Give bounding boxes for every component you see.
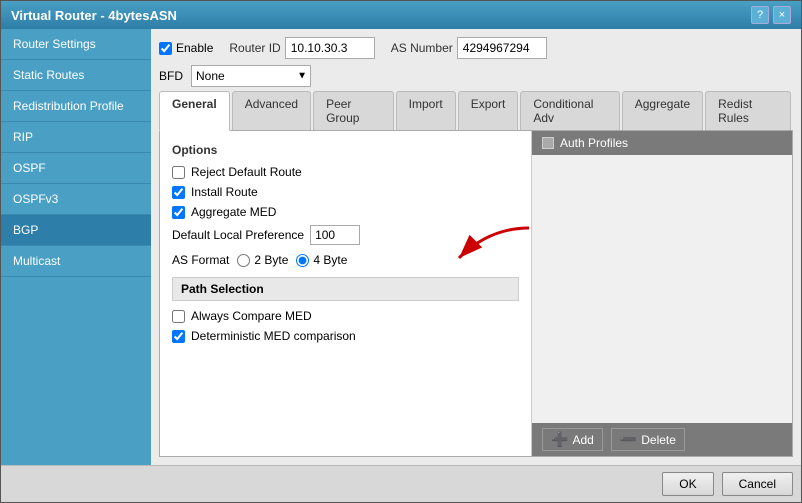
aggregate-med-label: Aggregate MED [191, 205, 276, 219]
sidebar-item-ospf[interactable]: OSPF [1, 153, 151, 184]
as-format-row: AS Format 2 Byte 4 Byte [172, 253, 519, 267]
auth-footer: ➕ Add ➖ Delete [532, 423, 792, 456]
path-selection-section: Path Selection Always Compare MED Determ… [172, 277, 519, 343]
help-icon[interactable]: ? [751, 6, 769, 24]
enable-checkbox-label[interactable]: Enable [159, 41, 213, 55]
two-byte-label: 2 Byte [254, 253, 288, 267]
top-bar-row1: Enable Router ID AS Number [159, 37, 793, 59]
delete-button[interactable]: ➖ Delete [611, 428, 685, 451]
four-byte-label: 4 Byte [313, 253, 347, 267]
deterministic-med-checkbox[interactable] [172, 330, 185, 343]
delete-icon: ➖ [620, 431, 637, 448]
install-route-row: Install Route [172, 185, 519, 199]
as-number-group: AS Number [391, 37, 547, 59]
tab-import[interactable]: Import [396, 91, 456, 130]
deterministic-med-row: Deterministic MED comparison [172, 329, 519, 343]
delete-label: Delete [641, 433, 676, 447]
auth-panel: Auth Profiles ➕ Add ➖ Delete [532, 131, 792, 456]
auth-profiles-title: Auth Profiles [560, 136, 628, 150]
sidebar-item-ospfv3[interactable]: OSPFv3 [1, 184, 151, 215]
options-panel: Options Reject Default Route Install Rou… [160, 131, 532, 456]
title-bar: Virtual Router - 4bytesASN ? × [1, 1, 801, 29]
two-byte-radio-label[interactable]: 2 Byte [237, 253, 288, 267]
deterministic-med-label: Deterministic MED comparison [191, 329, 356, 343]
tab-peer-group[interactable]: Peer Group [313, 91, 394, 130]
enable-checkbox[interactable] [159, 42, 172, 55]
ok-button[interactable]: OK [662, 472, 713, 496]
title-bar-icons: ? × [751, 6, 791, 24]
add-button[interactable]: ➕ Add [542, 428, 603, 451]
install-route-checkbox[interactable] [172, 186, 185, 199]
tab-advanced[interactable]: Advanced [232, 91, 311, 130]
bfd-row: BFD None Default Custom ▼ [159, 65, 793, 87]
options-title: Options [172, 143, 519, 157]
tab-redist-rules[interactable]: Redist Rules [705, 91, 791, 130]
sidebar: Router Settings Static Routes Redistribu… [1, 29, 151, 465]
default-local-pref-input[interactable] [310, 225, 360, 245]
tab-general[interactable]: General [159, 91, 230, 131]
router-id-label: Router ID [229, 41, 280, 55]
cancel-button[interactable]: Cancel [722, 472, 793, 496]
path-selection-title: Path Selection [172, 277, 519, 301]
auth-header-icon [542, 137, 554, 149]
auth-header: Auth Profiles [532, 131, 792, 155]
window-title: Virtual Router - 4bytesASN [11, 8, 177, 23]
reject-default-route-row: Reject Default Route [172, 165, 519, 179]
tab-content: Options Reject Default Route Install Rou… [159, 131, 793, 457]
add-label: Add [572, 433, 593, 447]
reject-default-route-label: Reject Default Route [191, 165, 302, 179]
router-id-input[interactable] [285, 37, 375, 59]
tab-export[interactable]: Export [458, 91, 519, 130]
main-panel: Enable Router ID AS Number BFD None Def [151, 29, 801, 465]
as-format-label: AS Format [172, 253, 229, 267]
reject-default-route-checkbox[interactable] [172, 166, 185, 179]
four-byte-radio[interactable] [296, 254, 309, 267]
router-id-group: Router ID [229, 37, 374, 59]
add-icon: ➕ [551, 431, 568, 448]
sidebar-item-bgp[interactable]: BGP [1, 215, 151, 246]
sidebar-item-rip[interactable]: RIP [1, 122, 151, 153]
tab-aggregate[interactable]: Aggregate [622, 91, 703, 130]
aggregate-med-checkbox[interactable] [172, 206, 185, 219]
close-icon[interactable]: × [773, 6, 791, 24]
content-area: Router Settings Static Routes Redistribu… [1, 29, 801, 465]
as-number-label: AS Number [391, 41, 453, 55]
sidebar-item-router-settings[interactable]: Router Settings [1, 29, 151, 60]
as-number-input[interactable] [457, 37, 547, 59]
sidebar-item-multicast[interactable]: Multicast [1, 246, 151, 277]
default-local-pref-label: Default Local Preference [172, 228, 304, 242]
main-window: Virtual Router - 4bytesASN ? × Router Se… [0, 0, 802, 503]
bfd-dropdown-wrap: None Default Custom ▼ [191, 65, 311, 87]
aggregate-med-row: Aggregate MED [172, 205, 519, 219]
sidebar-item-static-routes[interactable]: Static Routes [1, 60, 151, 91]
always-compare-med-checkbox[interactable] [172, 310, 185, 323]
default-local-pref-row: Default Local Preference [172, 225, 519, 245]
tabs-bar: General Advanced Peer Group Import Expor… [159, 91, 793, 131]
bottom-bar: OK Cancel [1, 465, 801, 502]
bfd-select[interactable]: None Default Custom [191, 65, 311, 87]
bfd-label: BFD [159, 69, 183, 83]
enable-label: Enable [176, 41, 213, 55]
auth-content [532, 155, 792, 423]
always-compare-med-row: Always Compare MED [172, 309, 519, 323]
sidebar-item-redistribution-profile[interactable]: Redistribution Profile [1, 91, 151, 122]
tab-conditional-adv[interactable]: Conditional Adv [520, 91, 619, 130]
always-compare-med-label: Always Compare MED [191, 309, 312, 323]
install-route-label: Install Route [191, 185, 258, 199]
two-byte-radio[interactable] [237, 254, 250, 267]
four-byte-radio-label[interactable]: 4 Byte [296, 253, 347, 267]
